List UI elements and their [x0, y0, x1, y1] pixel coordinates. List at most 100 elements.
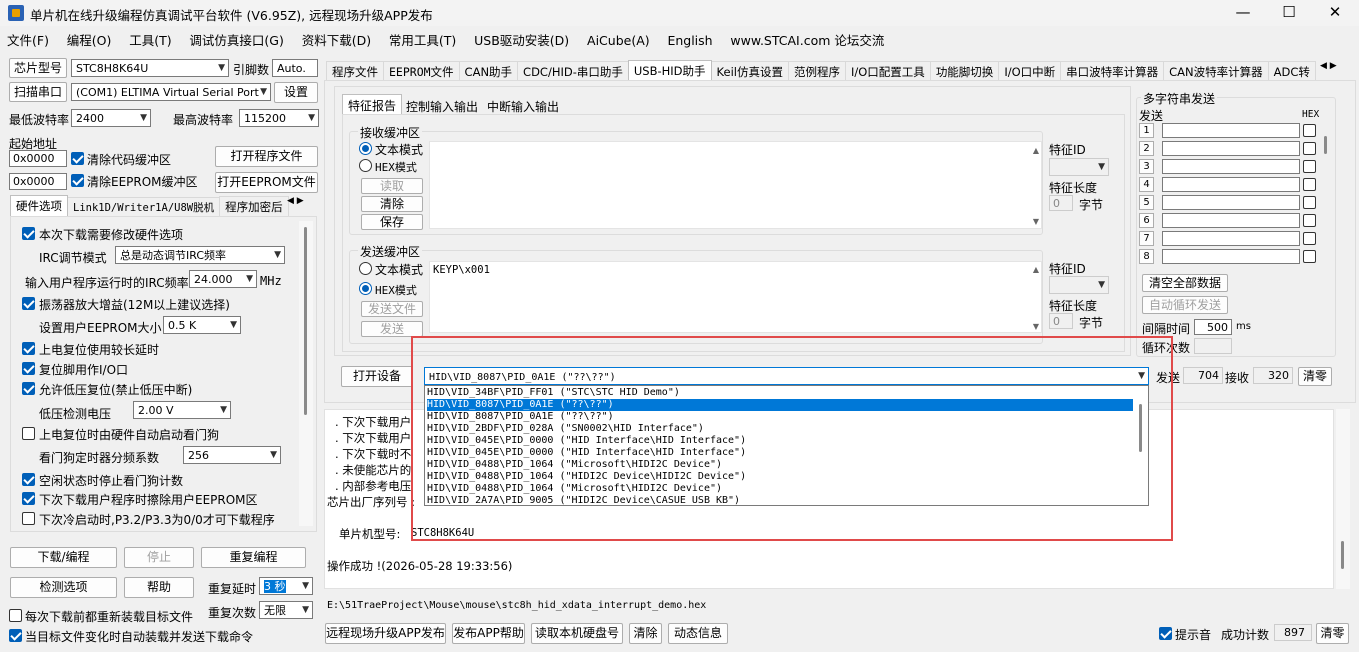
menu-program[interactable]: 编程(O) — [53, 27, 112, 49]
device-option[interactable]: HID\VID_34BF\PID_FF01 ("STC\STC HID Demo… — [427, 387, 680, 399]
modify-hw-checkbox[interactable] — [22, 227, 35, 240]
hw-scrollbar[interactable] — [299, 221, 313, 526]
multi-hex-checkbox[interactable] — [1303, 250, 1316, 263]
tab-adc[interactable]: ADC转 — [1267, 61, 1316, 82]
clear-all-button[interactable]: 清空全部数据 — [1142, 274, 1228, 292]
chevron-right-icon[interactable]: ▶ — [297, 196, 304, 206]
multi-send-row-button[interactable]: 8 — [1139, 249, 1154, 264]
tab-io-config[interactable]: I/O口配置工具 — [844, 61, 931, 82]
send-file-button[interactable]: 发送文件 — [361, 301, 423, 317]
animation-button[interactable]: 动态信息 — [668, 623, 728, 644]
scan-port-button[interactable]: 扫描串口 — [9, 82, 67, 102]
auto-reload-checkbox[interactable] — [9, 629, 22, 642]
multi-send-row-button[interactable]: 3 — [1139, 159, 1154, 174]
multi-send-row-input[interactable] — [1162, 249, 1300, 264]
tab-keil[interactable]: Keil仿真设置 — [710, 61, 789, 82]
read-disk-button[interactable]: 读取本机硬盘号 — [531, 623, 623, 644]
menu-tools[interactable]: 工具(T) — [115, 27, 171, 49]
max-baud-select[interactable]: 115200 ▼ — [239, 109, 319, 127]
multi-send-row-input[interactable] — [1162, 141, 1300, 156]
log-scroll-thumb[interactable] — [1341, 541, 1344, 569]
irc-mode-select[interactable]: 总是动态调节IRC频率 ▼ — [115, 246, 285, 264]
settings-button[interactable]: 设置 — [274, 82, 318, 103]
port-select[interactable]: (COM1) ELTIMA Virtual Serial Port ▼ — [71, 83, 271, 101]
menu-aicube[interactable]: AiCube(A) — [573, 30, 650, 48]
wdt-div-select[interactable]: 256 ▼ — [183, 446, 281, 464]
multi-send-row-input[interactable] — [1162, 123, 1300, 138]
clear-eeprom-checkbox[interactable] — [71, 174, 84, 187]
dropdown-scrollbar[interactable] — [1133, 386, 1148, 505]
pin-count-select[interactable]: Auto. — [272, 59, 318, 77]
menu-file[interactable]: 文件(F) — [0, 27, 49, 49]
multi-hex-checkbox[interactable] — [1303, 142, 1316, 155]
device-select[interactable]: HID\VID_8087\PID_0A1E ("??\??") ▼ — [424, 367, 1149, 385]
reset-count-button[interactable]: 清零 — [1298, 367, 1332, 386]
min-baud-select[interactable]: 2400 ▼ — [71, 109, 151, 127]
help-button[interactable]: 帮助 — [124, 577, 194, 598]
irc-freq-select[interactable]: 24.000 ▼ — [189, 270, 257, 288]
send-buffer-textarea[interactable]: KEYP\x001 — [429, 261, 1042, 333]
repeat-delay-select[interactable]: 3 秒 ▼ — [259, 577, 313, 595]
multi-hex-checkbox[interactable] — [1303, 124, 1316, 137]
dropdown-scroll-thumb[interactable] — [1139, 404, 1142, 452]
loop-count-input[interactable] — [1194, 338, 1232, 354]
chevron-down-icon[interactable]: ▼ — [1029, 322, 1043, 331]
multi-hex-checkbox[interactable] — [1303, 214, 1316, 227]
minimize-button[interactable]: — — [1220, 0, 1266, 26]
chevron-left-icon[interactable]: ◀ — [287, 196, 294, 206]
recv-text-mode-radio[interactable] — [359, 142, 372, 155]
multi-send-row-button[interactable]: 5 — [1139, 195, 1154, 210]
menu-download[interactable]: 资料下载(D) — [288, 27, 371, 49]
tab-pin-switch[interactable]: 功能脚切换 — [929, 61, 1000, 82]
chevron-down-icon[interactable]: ▼ — [1029, 217, 1043, 226]
maximize-button[interactable]: ☐ — [1266, 0, 1312, 26]
multi-send-row-input[interactable] — [1162, 159, 1300, 174]
code-addr-input[interactable]: 0x0000 — [9, 150, 67, 167]
send-button[interactable]: 发送 — [361, 321, 423, 337]
hw-scroll-thumb[interactable] — [304, 227, 307, 415]
eeprom-size-select[interactable]: 0.5 K ▼ — [163, 316, 241, 334]
tab-can-baud[interactable]: CAN波特率计算器 — [1163, 61, 1269, 82]
tab-io-interrupt[interactable]: I/O口中断 — [998, 61, 1062, 82]
multi-scroll-thumb[interactable] — [1324, 136, 1327, 154]
download-button[interactable]: 下载/编程 — [10, 547, 117, 568]
idle-wdt-checkbox[interactable] — [22, 473, 35, 486]
device-option[interactable]: HID\VID_0488\PID_1064 ("HIDI2C Device\HI… — [427, 471, 746, 483]
multi-send-row-button[interactable]: 4 — [1139, 177, 1154, 192]
open-program-button[interactable]: 打开程序文件 — [215, 146, 318, 167]
log-clear-button[interactable]: 清除 — [629, 623, 662, 644]
read-button[interactable]: 读取 — [361, 178, 423, 194]
clear-code-checkbox[interactable] — [71, 152, 84, 165]
recv-hex-mode-radio[interactable] — [359, 159, 372, 172]
recv-buffer-textarea[interactable] — [429, 141, 1042, 229]
device-option[interactable]: HID\VID_045E\PID_0000 ("HID Interface\HI… — [427, 447, 746, 459]
prompt-sound-checkbox[interactable] — [1159, 627, 1172, 640]
send-text-mode-radio[interactable] — [359, 262, 372, 275]
tab-usb-hid[interactable]: USB-HID助手 — [627, 60, 712, 82]
wdt-por-checkbox[interactable] — [22, 427, 35, 440]
multi-send-row-button[interactable]: 6 — [1139, 213, 1154, 228]
lvd-reset-checkbox[interactable] — [22, 382, 35, 395]
multi-hex-checkbox[interactable] — [1303, 196, 1316, 209]
multi-send-row-button[interactable]: 2 — [1139, 141, 1154, 156]
recv-feature-id-select[interactable]: ▼ — [1049, 158, 1109, 176]
menu-common-tools[interactable]: 常用工具(T) — [375, 27, 456, 49]
chevron-up-icon[interactable]: ▲ — [1029, 146, 1043, 155]
send-feature-id-select[interactable]: ▼ — [1049, 276, 1109, 294]
device-option[interactable]: HID\VID_8087\PID_0A1E ("??\??") — [427, 411, 614, 423]
tab-encrypt[interactable]: 程序加密后 — [219, 196, 289, 217]
reset-io-checkbox[interactable] — [22, 362, 35, 375]
interval-input[interactable]: 500 — [1194, 319, 1232, 335]
open-eeprom-button[interactable]: 打开EEPROM文件 — [215, 172, 318, 193]
remote-upgrade-button[interactable]: 远程现场升级APP发布 — [325, 623, 446, 644]
multi-scrollbar[interactable] — [1321, 122, 1331, 262]
tab-program-file[interactable]: 程序文件 — [326, 61, 384, 82]
menu-usb-driver[interactable]: USB驱动安装(D) — [460, 27, 569, 49]
recv-clear-button[interactable]: 清除 — [361, 196, 423, 212]
send-feature-len-input[interactable]: 0 — [1049, 313, 1073, 329]
tab-cdc-hid[interactable]: CDC/HID-串口助手 — [517, 61, 629, 82]
tab-can-helper[interactable]: CAN助手 — [458, 61, 519, 82]
reload-each-checkbox[interactable] — [9, 609, 22, 622]
detect-options-button[interactable]: 检测选项 — [10, 577, 117, 598]
tab-uart-baud[interactable]: 串口波特率计算器 — [1060, 61, 1165, 82]
